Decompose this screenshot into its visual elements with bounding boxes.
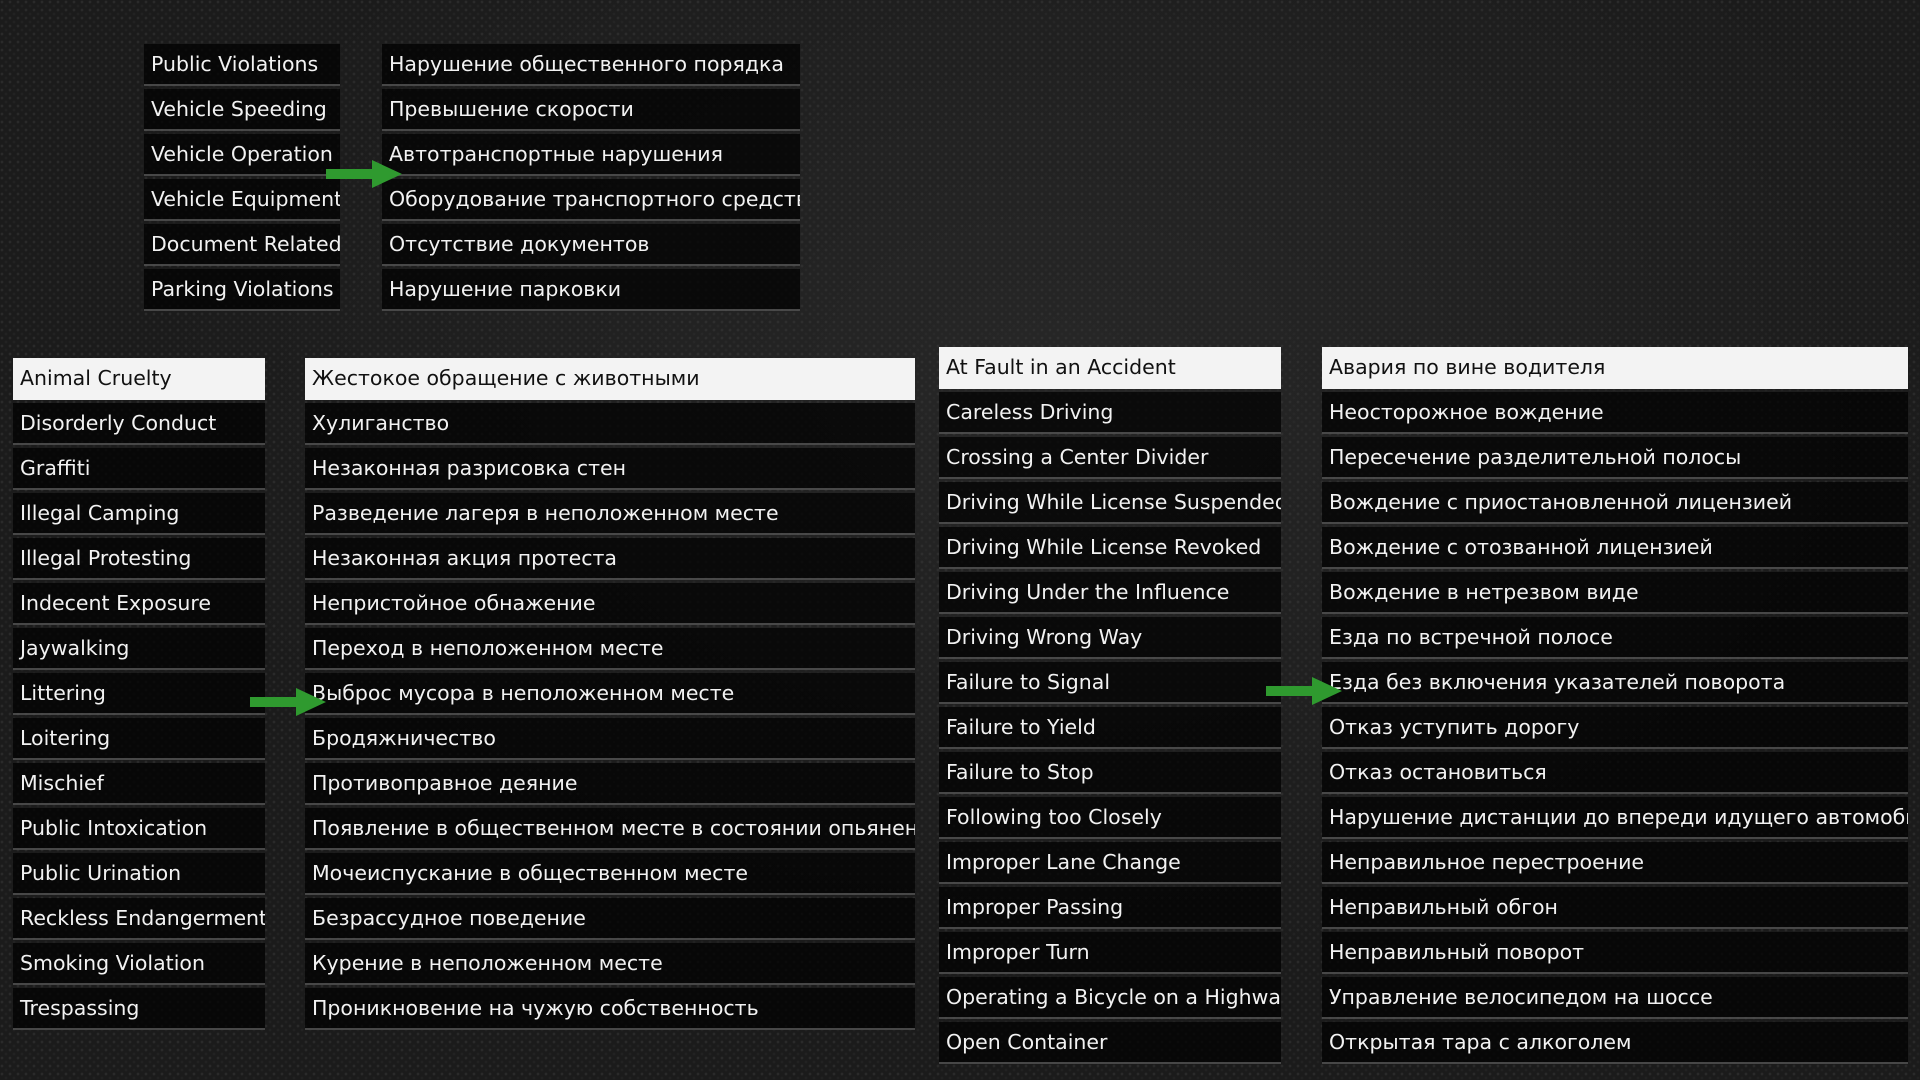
menu-item[interactable]: Careless Driving [939, 392, 1281, 434]
menu-item[interactable]: Незаконная разрисовка стен [305, 448, 915, 490]
menu-item[interactable]: Following too Closely [939, 797, 1281, 839]
menu-item[interactable]: Trespassing [13, 988, 265, 1030]
menu-item[interactable]: At Fault in an Accident [939, 347, 1281, 389]
menu-item[interactable]: Public Violations [144, 44, 340, 86]
arrow-right-icon [326, 160, 402, 188]
menu-item[interactable]: Нарушение парковки [382, 269, 800, 311]
menu-item[interactable]: Неправильное перестроение [1322, 842, 1908, 884]
menu-item[interactable]: Неправильный обгон [1322, 887, 1908, 929]
menu-item[interactable]: Smoking Violation [13, 943, 265, 985]
menu-item[interactable]: Отказ уступить дорогу [1322, 707, 1908, 749]
menu-item[interactable]: Непристойное обнажение [305, 583, 915, 625]
menu-item[interactable]: Disorderly Conduct [13, 403, 265, 445]
menu-public-violations-ru: Жестокое обращение с животными Хулиганств… [305, 358, 915, 1033]
menu-item[interactable]: Operating a Bicycle on a Highway [939, 977, 1281, 1019]
menu-item[interactable]: Противоправное деяние [305, 763, 915, 805]
menu-item[interactable]: Автотранспортные нарушения [382, 134, 800, 176]
menu-item[interactable]: Курение в неположенном месте [305, 943, 915, 985]
arrow-right-icon [1266, 677, 1342, 705]
menu-vehicle-operation-en: At Fault in an Accident Careless Driving C… [939, 347, 1281, 1067]
menu-item[interactable]: Improper Turn [939, 932, 1281, 974]
menu-item[interactable]: Незаконная акция протеста [305, 538, 915, 580]
menu-item[interactable]: Crossing a Center Divider [939, 437, 1281, 479]
menu-item[interactable]: Improper Passing [939, 887, 1281, 929]
menu-vehicle-operation-ru: Авария по вине водителя Неосторожное вожд… [1322, 347, 1908, 1067]
menu-item[interactable]: Driving While License Revoked [939, 527, 1281, 569]
menu-item[interactable]: Illegal Protesting [13, 538, 265, 580]
menu-item[interactable]: Illegal Camping [13, 493, 265, 535]
menu-item[interactable]: Failure to Yield [939, 707, 1281, 749]
menu-item[interactable]: Нарушение общественного порядка [382, 44, 800, 86]
menu-item[interactable]: Driving Wrong Way [939, 617, 1281, 659]
menu-item[interactable]: Хулиганство [305, 403, 915, 445]
menu-item[interactable]: Parking Violations [144, 269, 340, 311]
menu-item[interactable]: Отсутствие документов [382, 224, 800, 266]
menu-item[interactable]: Indecent Exposure [13, 583, 265, 625]
menu-item[interactable]: Езда без включения указателей поворота [1322, 662, 1908, 704]
menu-item[interactable]: Нарушение дистанции до впереди идущего а… [1322, 797, 1908, 839]
arrow-right-icon [250, 688, 326, 716]
menu-item[interactable]: Неправильный поворот [1322, 932, 1908, 974]
menu-item[interactable]: Езда по встречной полосе [1322, 617, 1908, 659]
menu-item[interactable]: Вождение в нетрезвом виде [1322, 572, 1908, 614]
menu-item[interactable]: Jaywalking [13, 628, 265, 670]
menu-item[interactable]: Reckless Endangerment [13, 898, 265, 940]
menu-item[interactable]: Loitering [13, 718, 265, 760]
menu-item[interactable]: Отказ остановиться [1322, 752, 1908, 794]
menu-item[interactable]: Оборудование транспортного средства [382, 179, 800, 221]
menu-item[interactable]: Превышение скорости [382, 89, 800, 131]
menu-item[interactable]: Выброс мусора в неположенном месте [305, 673, 915, 715]
menu-item[interactable]: Пересечение разделительной полосы [1322, 437, 1908, 479]
menu-item[interactable]: Driving While License Suspended [939, 482, 1281, 524]
menu-item[interactable]: Бродяжничество [305, 718, 915, 760]
menu-item[interactable]: Littering [13, 673, 265, 715]
menu-item[interactable]: Безрассудное поведение [305, 898, 915, 940]
menu-item[interactable]: Проникновение на чужую собственность [305, 988, 915, 1030]
menu-categories-ru: Нарушение общественного порядка Превышени… [382, 44, 800, 314]
menu-item[interactable]: Improper Lane Change [939, 842, 1281, 884]
menu-item[interactable]: Вождение с отозванной лицензией [1322, 527, 1908, 569]
menu-item[interactable]: Жестокое обращение с животными [305, 358, 915, 400]
menu-item[interactable]: Неосторожное вождение [1322, 392, 1908, 434]
menu-item[interactable]: Graffiti [13, 448, 265, 490]
menu-item[interactable]: Вождение с приостановленной лицензией [1322, 482, 1908, 524]
menu-item[interactable]: Открытая тара с алкоголем [1322, 1022, 1908, 1064]
menu-public-violations-en: Animal Cruelty Disorderly Conduct Graffiti… [13, 358, 265, 1033]
menu-categories-en: Public Violations Vehicle Speeding Vehicle… [144, 44, 340, 314]
menu-item[interactable]: Mischief [13, 763, 265, 805]
menu-item[interactable]: Vehicle Speeding [144, 89, 340, 131]
menu-item[interactable]: Появление в общественном месте в состоян… [305, 808, 915, 850]
menu-item[interactable]: Driving Under the Influence [939, 572, 1281, 614]
menu-item[interactable]: Разведение лагеря в неположенном месте [305, 493, 915, 535]
menu-item[interactable]: Open Container [939, 1022, 1281, 1064]
menu-item[interactable]: Vehicle Operation [144, 134, 340, 176]
menu-item[interactable]: Document Related [144, 224, 340, 266]
menu-item[interactable]: Public Intoxication [13, 808, 265, 850]
menu-item[interactable]: Animal Cruelty [13, 358, 265, 400]
menu-item[interactable]: Failure to Stop [939, 752, 1281, 794]
menu-item[interactable]: Failure to Signal [939, 662, 1281, 704]
menu-item[interactable]: Мочеиспускание в общественном месте [305, 853, 915, 895]
menu-item[interactable]: Управление велосипедом на шоссе [1322, 977, 1908, 1019]
menu-item[interactable]: Переход в неположенном месте [305, 628, 915, 670]
menu-item[interactable]: Public Urination [13, 853, 265, 895]
menu-item[interactable]: Vehicle Equipment [144, 179, 340, 221]
menu-item[interactable]: Авария по вине водителя [1322, 347, 1908, 389]
